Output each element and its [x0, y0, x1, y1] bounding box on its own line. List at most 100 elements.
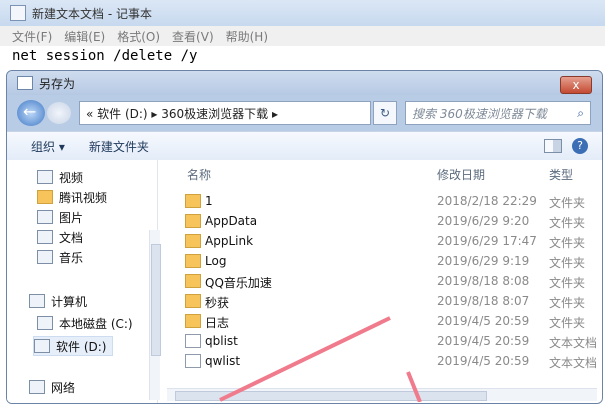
menu-view[interactable]: 查看(V) — [172, 28, 214, 45]
column-name[interactable]: 名称 — [187, 166, 211, 184]
close-button[interactable]: x — [560, 76, 592, 94]
menu-file[interactable]: 文件(F) — [12, 28, 52, 45]
nav-label: 图片 — [59, 210, 84, 225]
table-row[interactable]: AppData 2019/6/29 9:20 文件夹 — [159, 212, 602, 232]
file-type: 文件夹 — [549, 196, 586, 210]
folder-icon — [185, 214, 201, 228]
table-row[interactable]: 秒获 2019/8/18 8:07 文件夹 — [159, 292, 602, 312]
dialog-title-bar: 另存为 x — [7, 71, 602, 95]
back-button[interactable] — [17, 100, 45, 126]
file-date: 2019/8/18 8:08 — [437, 274, 530, 288]
folder-icon — [185, 234, 201, 248]
nav-item-videos[interactable]: 视频 — [37, 168, 83, 186]
dialog-content: 视频 腾讯视频 图片 文档 音乐 计算机 本地磁盘 (C:) 软件 (D:) 网… — [7, 160, 602, 403]
refresh-button[interactable]: ↻ — [373, 101, 397, 125]
notepad-content[interactable]: net session /delete /y — [12, 48, 197, 64]
search-input[interactable]: 搜索 360极速浏览器下载 ⌕ — [405, 101, 591, 125]
file-date: 2019/6/29 9:20 — [437, 214, 530, 228]
nav-label: 视频 — [59, 170, 84, 185]
file-date: 2018/2/18 22:29 — [437, 194, 537, 208]
drive-icon — [37, 316, 53, 330]
nav-label: 本地磁盘 (C:) — [59, 316, 133, 331]
nav-label: 腾讯视频 — [59, 190, 108, 205]
file-name: qblist — [205, 334, 238, 348]
video-icon — [37, 170, 53, 184]
save-icon — [17, 76, 33, 90]
notepad-title: 新建文本文档 - 记事本 — [32, 6, 152, 21]
view-icon[interactable] — [544, 139, 562, 153]
picture-icon — [37, 210, 53, 224]
table-row[interactable]: Log 2019/6/29 9:19 文件夹 — [159, 252, 602, 272]
table-row[interactable]: 1 2018/2/18 22:29 文件夹 — [159, 192, 602, 212]
text-file-icon — [185, 354, 201, 368]
table-row[interactable]: AppLink 2019/6/29 17:47 文件夹 — [159, 232, 602, 252]
search-icon: ⌕ — [577, 105, 584, 120]
file-type: 文件夹 — [549, 216, 586, 230]
help-icon[interactable]: ? — [572, 138, 588, 154]
nav-item-drive-c[interactable]: 本地磁盘 (C:) — [37, 314, 133, 332]
file-name: AppLink — [205, 234, 254, 248]
file-date: 2019/4/5 20:59 — [437, 314, 530, 328]
address-row: « 软件 (D:) ▸ 360极速浏览器下载 ▸ ↻ 搜索 360极速浏览器下载… — [7, 96, 602, 130]
file-name: qwlist — [205, 354, 241, 368]
nav-item-documents[interactable]: 文档 — [37, 228, 83, 246]
file-date: 2019/4/5 20:59 — [437, 354, 530, 368]
text-file-icon — [185, 334, 201, 348]
nav-label: 音乐 — [59, 250, 84, 265]
music-icon — [37, 250, 53, 264]
dialog-title: 另存为 — [39, 76, 76, 91]
column-date[interactable]: 修改日期 — [437, 166, 485, 184]
menu-format[interactable]: 格式(O) — [117, 28, 160, 45]
nav-item-pictures[interactable]: 图片 — [37, 208, 83, 226]
notepad-menu: 文件(F) 编辑(E) 格式(O) 查看(V) 帮助(H) — [0, 26, 605, 46]
file-type: 文件夹 — [549, 316, 586, 330]
file-type: 文件夹 — [549, 276, 586, 290]
folder-icon — [185, 314, 201, 328]
folder-icon — [185, 294, 201, 308]
new-folder-button[interactable]: 新建文件夹 — [89, 138, 149, 155]
file-name: 秒获 — [205, 296, 230, 310]
forward-button[interactable] — [47, 102, 71, 124]
folder-icon — [185, 274, 201, 288]
computer-icon — [29, 294, 45, 308]
file-date: 2019/4/5 20:59 — [437, 334, 530, 348]
folder-icon — [37, 190, 53, 204]
column-type[interactable]: 类型 — [549, 166, 573, 184]
table-row[interactable]: qblist 2019/4/5 20:59 文本文档 — [159, 332, 602, 352]
nav-item-computer[interactable]: 计算机 — [29, 292, 87, 310]
folder-icon — [185, 254, 201, 268]
nav-item-music[interactable]: 音乐 — [37, 248, 83, 266]
scroll-thumb[interactable] — [175, 391, 487, 401]
horizontal-scrollbar[interactable] — [167, 388, 597, 401]
save-as-dialog: 另存为 x « 软件 (D:) ▸ 360极速浏览器下载 ▸ ↻ 搜索 360极… — [6, 70, 603, 404]
toolbar: 组织 ▾ 新建文件夹 ? — [7, 131, 602, 161]
table-row[interactable]: QQ音乐加速 2019/8/18 8:08 文件夹 — [159, 272, 602, 292]
file-list: 名称 修改日期 类型 1 2018/2/18 22:29 文件夹 AppData 20… — [159, 160, 602, 403]
table-row[interactable]: 日志 2019/4/5 20:59 文件夹 — [159, 312, 602, 332]
file-date: 2019/6/29 17:47 — [437, 234, 537, 248]
search-placeholder: 搜索 360极速浏览器下载 — [412, 106, 547, 121]
menu-edit[interactable]: 编辑(E) — [64, 28, 105, 45]
file-type: 文件夹 — [549, 296, 586, 310]
file-type: 文件夹 — [549, 236, 586, 250]
notepad-title-bar: 新建文本文档 - 记事本 — [0, 0, 605, 27]
organize-button[interactable]: 组织 ▾ — [31, 138, 65, 155]
file-date: 2019/8/18 8:07 — [437, 294, 530, 308]
file-type: 文本文档 — [549, 356, 598, 370]
table-row[interactable]: qwlist 2019/4/5 20:59 文本文档 — [159, 352, 602, 372]
nav-label: 网络 — [51, 380, 76, 395]
nav-item-drive-d[interactable]: 软件 (D:) — [33, 336, 114, 356]
navigation-pane: 视频 腾讯视频 图片 文档 音乐 计算机 本地磁盘 (C:) 软件 (D:) 网… — [7, 160, 161, 403]
file-name: QQ音乐加速 — [205, 276, 272, 290]
nav-item-network[interactable]: 网络 — [29, 378, 75, 396]
nav-label: 软件 (D:) — [56, 339, 107, 354]
menu-help[interactable]: 帮助(H) — [226, 28, 268, 45]
file-type: 文件夹 — [549, 256, 586, 270]
nav-label: 计算机 — [51, 294, 88, 309]
nav-item-tencent-video[interactable]: 腾讯视频 — [37, 188, 107, 206]
file-date: 2019/6/29 9:19 — [437, 254, 530, 268]
file-name: 日志 — [205, 316, 230, 330]
drive-icon — [34, 339, 50, 353]
file-name: 1 — [205, 194, 213, 208]
address-bar[interactable]: « 软件 (D:) ▸ 360极速浏览器下载 ▸ — [79, 101, 371, 125]
